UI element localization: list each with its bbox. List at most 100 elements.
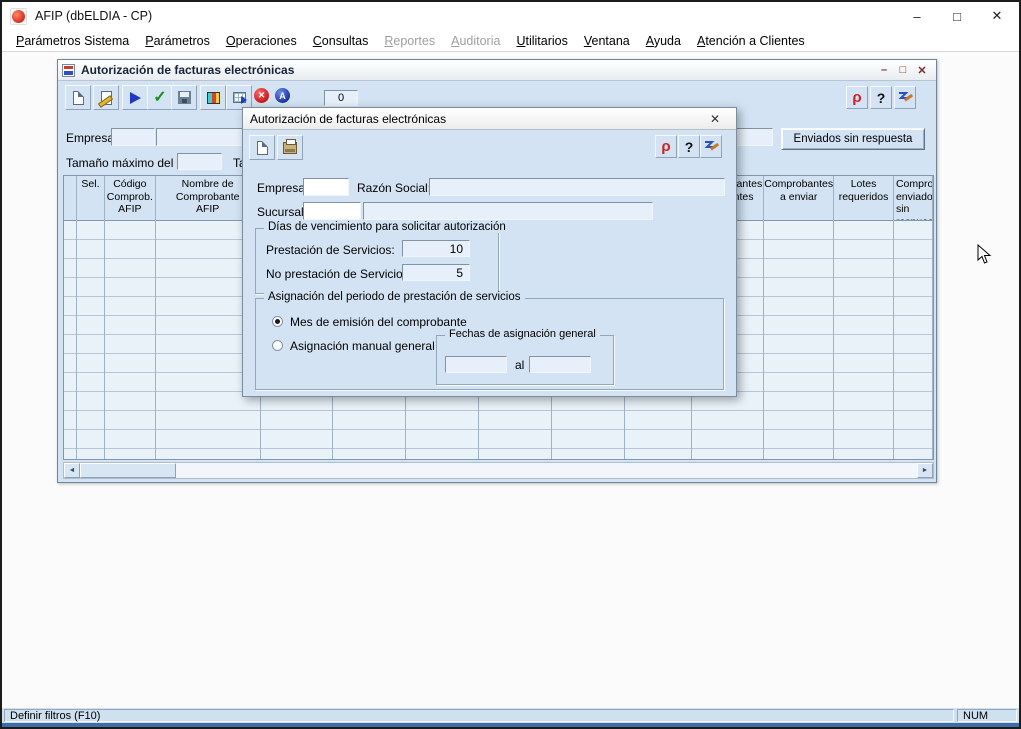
child-window-controls: – □ ✕ (877, 64, 932, 77)
scroll-right-icon: ► (922, 467, 929, 474)
menu-ayuda[interactable]: Ayuda (638, 32, 689, 50)
maximize-button[interactable]: □ (937, 2, 977, 30)
radio-mes-emision[interactable] (272, 316, 283, 327)
dialog-new-document-icon (257, 141, 268, 155)
asignacion-group: Asignación del periodo de prestación de … (255, 298, 724, 390)
menu-auditoria: Auditoria (443, 32, 508, 50)
dialog-filter-button[interactable]: ρ (655, 135, 677, 158)
save-icon (178, 91, 191, 104)
autorizacion-dialog: Autorización de facturas electrónicas ✕ … (242, 107, 737, 397)
database-icon (207, 92, 220, 104)
execute-button[interactable] (122, 85, 148, 110)
dialog-edit-pencil-button[interactable] (700, 135, 722, 158)
menu-utilitarios[interactable]: Utilitarios (508, 32, 575, 50)
fecha-desde-field (445, 356, 507, 373)
vencimiento-group-title: Días de vencimiento para solicitar autor… (264, 221, 510, 233)
status-message: Definir filtros (F10) (4, 709, 954, 722)
radio-mes-emision-label[interactable]: Mes de emisión del comprobante (290, 315, 467, 329)
check-icon: ✓ (153, 90, 166, 106)
dialog-help-icon: ? (685, 140, 694, 154)
database-button[interactable] (200, 85, 226, 110)
edit-properties-button[interactable] (93, 85, 119, 110)
column-lotes-requeridos: Lotes requeridos (834, 176, 894, 459)
menu-atencion-clientes[interactable]: Atención a Clientes (689, 32, 813, 50)
minimize-button[interactable]: – (897, 2, 937, 30)
scroll-right-button[interactable]: ► (917, 463, 933, 478)
edit-pencil-button[interactable] (894, 86, 916, 109)
fechas-group: Fechas de asignación general al (436, 335, 614, 385)
save-button[interactable] (171, 85, 197, 110)
play-icon (130, 92, 141, 104)
column-comprobantes-enviados-sin-respuesta: Comprobantes enviados sin respuesta (894, 176, 933, 459)
app-icon (10, 8, 27, 25)
authorization-status-icon[interactable]: A (275, 88, 290, 103)
properties-icon (101, 91, 112, 105)
prestacion-value-field[interactable]: 10 (402, 240, 470, 257)
bottom-border-strip (2, 723, 1019, 727)
help-icon: ? (877, 91, 886, 105)
num-lock-indicator: NUM (957, 709, 1017, 722)
child-window-icon (62, 64, 75, 77)
print-icon (283, 142, 297, 154)
dialog-empresa-field[interactable] (303, 178, 349, 196)
sucursal-desc-field (363, 202, 653, 220)
dialog-print-button[interactable] (277, 135, 303, 160)
scroll-left-button[interactable]: ◄ (64, 463, 80, 478)
menu-operaciones[interactable]: Operaciones (218, 32, 305, 50)
dialog-title: Autorización de facturas electrónicas (250, 112, 446, 126)
child-minimize-button[interactable]: – (877, 64, 891, 77)
confirm-button[interactable]: ✓ (147, 85, 173, 110)
prestacion-label: Prestación de Servicios: (266, 243, 395, 257)
menu-parametros[interactable]: Parámetros (137, 32, 218, 50)
close-button[interactable]: ✕ (977, 2, 1017, 30)
al-label: al (515, 358, 524, 372)
horizontal-scrollbar[interactable]: ◄ ► (63, 462, 934, 479)
filter-button[interactable]: ρ (846, 86, 868, 109)
menu-parametros-sistema[interactable]: Parámetros Sistema (8, 32, 137, 50)
filter-icon: ρ (852, 90, 861, 105)
fechas-group-title: Fechas de asignación general (445, 328, 600, 340)
menu-bar: Parámetros Sistema Parámetros Operacione… (2, 30, 1019, 52)
child-window-title: Autorización de facturas electrónicas (81, 63, 294, 77)
column-codigo-comprob-afip: Código Comprob. AFIP (105, 176, 156, 459)
no-prestacion-label: No prestación de Servicios: (266, 267, 412, 281)
child-maximize-button[interactable]: □ (896, 64, 910, 77)
dialog-new-document-button[interactable] (249, 135, 275, 160)
column-sel: Sel. (77, 176, 105, 459)
enviados-sin-respuesta-button[interactable]: Enviados sin respuesta (781, 128, 925, 150)
no-prestacion-value-field[interactable]: 5 (402, 264, 470, 281)
menu-reportes: Reportes (376, 32, 443, 50)
scrollbar-thumb[interactable] (80, 463, 176, 478)
new-document-icon (73, 91, 84, 105)
cancel-status-icon[interactable]: ✕ (254, 88, 269, 103)
razon-social-label: Razón Social: (357, 181, 431, 195)
sucursal-field[interactable] (303, 202, 361, 220)
dialog-empresa-label: Empresa: (257, 181, 308, 195)
counter-field: 0 (324, 90, 358, 106)
menu-ventana[interactable]: Ventana (576, 32, 638, 50)
asignacion-group-title: Asignación del periodo de prestación de … (264, 291, 525, 303)
dialog-title-bar[interactable]: Autorización de facturas electrónicas ✕ (243, 108, 736, 130)
application-window: AFIP (dbELDIA - CP) – □ ✕ Parámetros Sis… (0, 0, 1021, 729)
radio-asignacion-manual-label[interactable]: Asignación manual general (290, 339, 435, 353)
tamano-lote-field[interactable] (177, 153, 222, 170)
empresa-label: Empresa: (66, 131, 117, 145)
dialog-close-button[interactable]: ✕ (701, 112, 729, 126)
menu-consultas[interactable]: Consultas (305, 32, 377, 50)
child-close-button[interactable]: ✕ (915, 64, 929, 77)
razon-social-field (429, 178, 725, 196)
new-document-button[interactable] (65, 85, 91, 110)
sucursal-label: Sucursal: (257, 205, 307, 219)
dialog-pencil-zigzag-icon (703, 139, 719, 155)
window-title: AFIP (dbELDIA - CP) (35, 9, 152, 23)
window-controls: – □ ✕ (897, 2, 1017, 30)
child-title-bar[interactable]: Autorización de facturas electrónicas – … (58, 60, 936, 81)
mouse-cursor (977, 244, 992, 270)
column-row-header (64, 176, 77, 459)
dialog-help-button[interactable]: ? (678, 135, 700, 158)
title-bar: AFIP (dbELDIA - CP) – □ ✕ (2, 2, 1019, 30)
radio-asignacion-manual[interactable] (272, 340, 283, 351)
empresa-code-field (111, 128, 155, 146)
scroll-left-icon: ◄ (69, 467, 76, 474)
help-button[interactable]: ? (870, 86, 892, 109)
